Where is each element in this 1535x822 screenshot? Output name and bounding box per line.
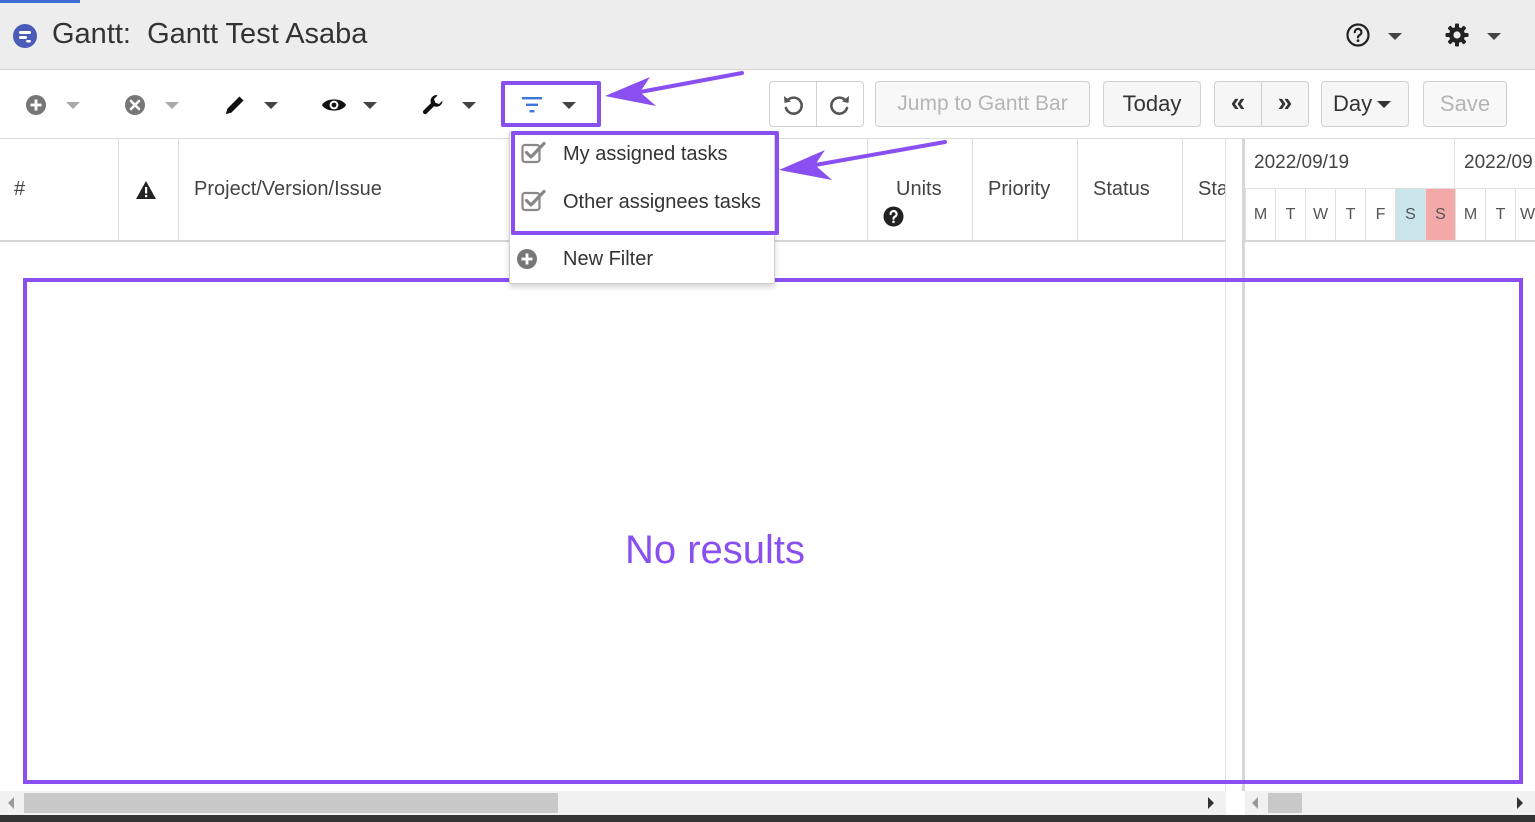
week-separator — [1454, 139, 1455, 189]
timeline-day: W — [1305, 189, 1335, 240]
column-header-number[interactable]: # — [14, 178, 25, 201]
timeline-day: T — [1275, 189, 1305, 240]
zoom-select-caret[interactable] — [1377, 101, 1391, 108]
grid-scrollbar-thumb[interactable] — [24, 793, 558, 813]
column-header-project[interactable]: Project/Version/Issue — [194, 178, 382, 201]
timeline-day: M — [1245, 189, 1275, 240]
column-header-start[interactable]: Sta — [1198, 178, 1225, 201]
window-bottom-edge — [0, 815, 1535, 822]
add-circle-icon[interactable] — [25, 94, 47, 116]
save-button[interactable]: Save — [1423, 81, 1507, 127]
column-header-status[interactable]: Status — [1093, 178, 1150, 201]
column-separator — [118, 139, 119, 240]
timeline-day: T — [1485, 189, 1515, 240]
column-separator — [1077, 139, 1078, 240]
filter-button-highlight — [501, 81, 601, 127]
scroll-left-arrow[interactable] — [8, 797, 14, 809]
delete-menu-caret[interactable] — [165, 102, 179, 109]
column-separator — [867, 139, 868, 240]
scroll-right-arrow[interactable] — [1208, 797, 1214, 809]
timeline-week-label: 2022/09/19 — [1254, 152, 1350, 173]
active-tab-indicator — [0, 0, 80, 3]
timeline-scroll-right-arrow[interactable] — [1517, 797, 1523, 809]
timeline-day: F — [1365, 189, 1395, 240]
redo-button[interactable] — [816, 81, 864, 127]
redo-icon — [830, 96, 849, 115]
wrench-icon[interactable] — [421, 93, 445, 117]
undo-icon — [784, 96, 803, 115]
warning-icon[interactable] — [135, 180, 157, 200]
column-separator — [178, 139, 179, 240]
menu-item-new-filter[interactable]: New Filter — [563, 248, 653, 271]
filter-options-highlight — [511, 131, 779, 235]
tools-menu-caret[interactable] — [462, 102, 476, 109]
zoom-select[interactable]: Day — [1321, 81, 1409, 127]
timeline-day-saturday: S — [1395, 189, 1425, 240]
pencil-icon[interactable] — [223, 93, 247, 117]
timeline-day-sunday: S — [1425, 189, 1455, 240]
previous-period-button[interactable]: « — [1214, 81, 1262, 127]
timeline-scroll-left-arrow[interactable] — [1252, 797, 1258, 809]
column-separator — [972, 139, 973, 240]
column-header-units[interactable]: Units — [896, 178, 942, 201]
settings-menu-caret[interactable] — [1487, 33, 1501, 40]
eye-icon[interactable] — [321, 94, 347, 116]
no-results-message: No results — [624, 528, 806, 572]
settings-gear-icon[interactable] — [1444, 22, 1470, 48]
column-header-priority[interactable]: Priority — [988, 178, 1050, 201]
add-menu-caret[interactable] — [66, 102, 80, 109]
app-logo-icon — [13, 24, 37, 48]
units-help-icon[interactable] — [883, 206, 904, 227]
column-separator — [1182, 139, 1183, 240]
timeline-day: T — [1335, 189, 1365, 240]
zoom-select-value: Day — [1333, 91, 1373, 116]
today-button[interactable]: Today — [1103, 81, 1201, 127]
delete-circle-icon[interactable] — [124, 94, 146, 116]
help-icon[interactable] — [1345, 22, 1371, 48]
next-period-button[interactable]: » — [1261, 81, 1309, 127]
timeline-scrollbar-thumb[interactable] — [1268, 793, 1302, 813]
page-title: Gantt: Gantt Test Asaba — [52, 18, 368, 50]
timeline-day: W — [1515, 189, 1535, 240]
undo-button[interactable] — [769, 81, 817, 127]
timeline-day: M — [1455, 189, 1485, 240]
help-menu-caret[interactable] — [1388, 33, 1402, 40]
view-menu-caret[interactable] — [363, 102, 377, 109]
jump-to-gantt-bar-button[interactable]: Jump to Gantt Bar — [875, 81, 1090, 127]
add-filter-icon[interactable] — [516, 248, 538, 270]
edit-menu-caret[interactable] — [264, 102, 278, 109]
timeline-week-label: 2022/09 — [1464, 152, 1533, 173]
